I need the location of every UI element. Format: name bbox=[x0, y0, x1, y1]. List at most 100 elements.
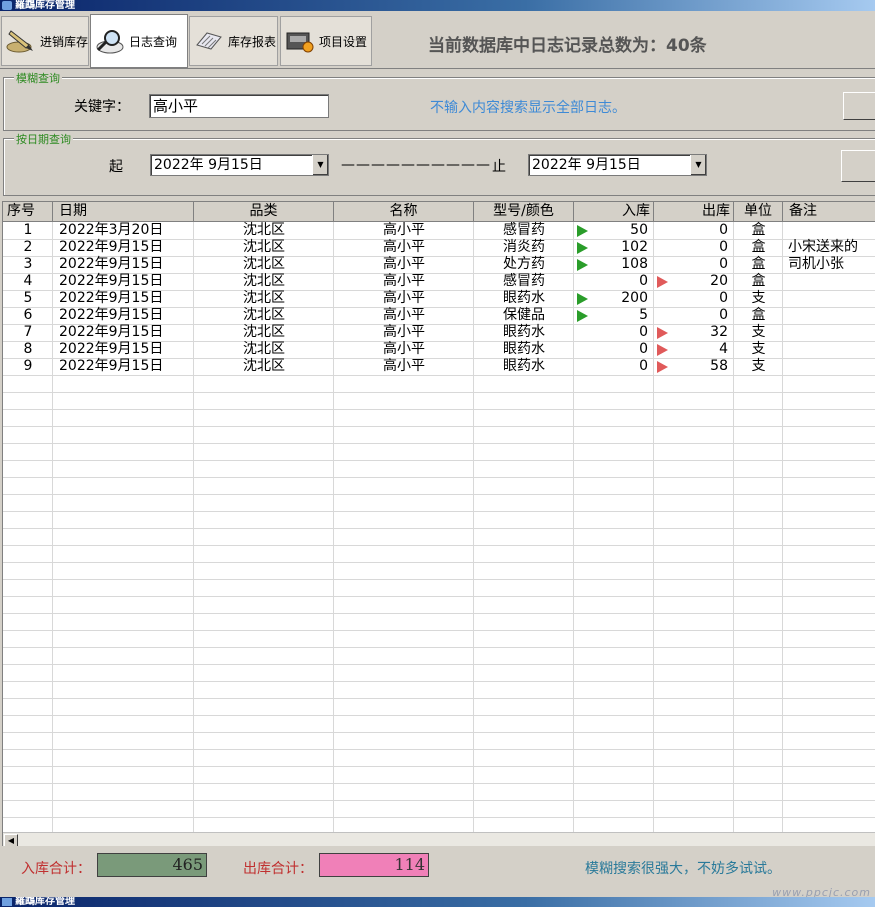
table-row[interactable] bbox=[3, 477, 875, 495]
cell-unit: 支 bbox=[751, 341, 766, 357]
horizontal-scrollbar[interactable]: ◀ bbox=[3, 832, 875, 846]
table-row[interactable] bbox=[3, 545, 875, 563]
tab-settings[interactable]: 项目设置 bbox=[280, 16, 372, 66]
tab-inventory-label: 进销库存 bbox=[40, 34, 89, 49]
column-header-out[interactable]: 出库 bbox=[654, 202, 734, 221]
cell-unit: 支 bbox=[751, 358, 766, 374]
tab-report-label: 库存报表 bbox=[228, 34, 277, 49]
table-row[interactable] bbox=[3, 630, 875, 648]
column-header-note[interactable]: 备注 bbox=[783, 202, 875, 221]
date-search-button[interactable] bbox=[841, 150, 875, 182]
start-date-label: 起 bbox=[109, 159, 123, 175]
cell-category: 沈北区 bbox=[243, 341, 285, 357]
tab-inventory[interactable]: 进销库存 bbox=[1, 16, 89, 66]
cell-name: 高小平 bbox=[383, 222, 425, 238]
table-row[interactable] bbox=[3, 443, 875, 461]
column-header-in[interactable]: 入库 bbox=[574, 202, 654, 221]
cell-no: 5 bbox=[23, 290, 33, 306]
tab-report[interactable]: 库存报表 bbox=[189, 16, 278, 66]
table-row[interactable]: 1 2022年3月20日 沈北区 高小平 感冒药 50 0 盒 bbox=[3, 222, 875, 240]
column-header-no[interactable]: 序号 bbox=[3, 202, 53, 221]
table-row[interactable] bbox=[3, 511, 875, 529]
table-row[interactable] bbox=[3, 766, 875, 784]
table-row[interactable]: 8 2022年9月15日 沈北区 高小平 眼药水 0 4 支 bbox=[3, 341, 875, 359]
date-query-legend: 按日期查询 bbox=[14, 131, 73, 147]
cell-category: 沈北区 bbox=[243, 273, 285, 289]
table-row[interactable] bbox=[3, 749, 875, 767]
table-row[interactable]: 3 2022年9月15日 沈北区 高小平 处方药 108 0 盒 司机小张 bbox=[3, 256, 875, 274]
column-header-model[interactable]: 型号/颜色 bbox=[474, 202, 574, 221]
cell-model: 眼药水 bbox=[503, 341, 545, 357]
cell-category: 沈北区 bbox=[243, 307, 285, 323]
table-row[interactable] bbox=[3, 681, 875, 699]
end-date-value: 2022年 9月15日 bbox=[532, 157, 641, 173]
cell-out: 0 bbox=[719, 239, 728, 255]
taskbar-window-title[interactable]: 羅鵡库存管理 bbox=[0, 897, 875, 907]
cell-in: 0 bbox=[639, 273, 648, 289]
cell-name: 高小平 bbox=[383, 307, 425, 323]
cell-note bbox=[783, 307, 875, 324]
table-row[interactable]: 6 2022年9月15日 沈北区 高小平 保健品 5 0 盒 bbox=[3, 307, 875, 325]
table-row[interactable] bbox=[3, 698, 875, 716]
chevron-down-icon[interactable]: ▼ bbox=[690, 155, 706, 175]
cell-in: 0 bbox=[639, 341, 648, 357]
cell-in: 0 bbox=[639, 324, 648, 340]
cell-unit: 盒 bbox=[751, 256, 766, 272]
cell-note bbox=[783, 341, 875, 358]
column-header-name[interactable]: 名称 bbox=[334, 202, 474, 221]
table-row[interactable] bbox=[3, 579, 875, 597]
fuzzy-search-button[interactable] bbox=[843, 92, 875, 120]
table-row[interactable] bbox=[3, 664, 875, 682]
tab-log-query[interactable]: 日志查询 bbox=[90, 14, 188, 68]
table-row[interactable] bbox=[3, 460, 875, 478]
table-row[interactable]: 7 2022年9月15日 沈北区 高小平 眼药水 0 32 支 bbox=[3, 324, 875, 342]
in-total-label: 入库合计： bbox=[21, 861, 91, 877]
table-row[interactable] bbox=[3, 528, 875, 546]
app-icon bbox=[2, 1, 12, 10]
cell-no: 6 bbox=[23, 307, 33, 323]
taskbar-title: 羅鵡库存管理 bbox=[15, 897, 75, 907]
table-row[interactable] bbox=[3, 596, 875, 614]
cell-category: 沈北区 bbox=[243, 358, 285, 374]
table-row[interactable] bbox=[3, 392, 875, 410]
table-row[interactable]: 4 2022年9月15日 沈北区 高小平 感冒药 0 20 盒 bbox=[3, 273, 875, 291]
table-row[interactable] bbox=[3, 613, 875, 631]
chevron-down-icon[interactable]: ▼ bbox=[312, 155, 328, 175]
cell-name: 高小平 bbox=[383, 256, 425, 272]
column-header-date[interactable]: 日期 bbox=[53, 202, 194, 221]
table-row[interactable] bbox=[3, 732, 875, 750]
table-row[interactable] bbox=[3, 562, 875, 580]
table-row[interactable]: 2 2022年9月15日 沈北区 高小平 消炎药 102 0 盒 小宋送来的 bbox=[3, 239, 875, 257]
table-row[interactable] bbox=[3, 494, 875, 512]
column-header-unit[interactable]: 单位 bbox=[734, 202, 783, 221]
log-table[interactable]: 序号 日期 品类 名称 型号/颜色 入库 出库 单位 备注 1 2022年3月20… bbox=[2, 201, 875, 847]
cell-out: 4 bbox=[719, 341, 728, 357]
cell-out: 0 bbox=[719, 256, 728, 272]
cell-name: 高小平 bbox=[383, 358, 425, 374]
table-row[interactable] bbox=[3, 800, 875, 818]
cell-model: 眼药水 bbox=[503, 324, 545, 340]
keyword-input[interactable]: 高小平 bbox=[149, 94, 329, 118]
table-row[interactable] bbox=[3, 783, 875, 801]
cell-no: 8 bbox=[23, 341, 33, 357]
start-date-picker[interactable]: 2022年 9月15日 ▼ bbox=[150, 154, 329, 176]
fuzzy-query-legend: 模糊查询 bbox=[14, 70, 62, 86]
cell-date: 2022年9月15日 bbox=[59, 256, 164, 272]
table-row[interactable] bbox=[3, 375, 875, 393]
cell-no: 7 bbox=[23, 324, 33, 340]
end-date-picker[interactable]: 2022年 9月15日 ▼ bbox=[528, 154, 707, 176]
table-row[interactable] bbox=[3, 715, 875, 733]
cell-model: 消炎药 bbox=[503, 239, 545, 255]
table-row[interactable]: 9 2022年9月15日 沈北区 高小平 眼药水 0 58 支 bbox=[3, 358, 875, 376]
settings-gear-icon bbox=[284, 27, 316, 55]
table-row[interactable]: 5 2022年9月15日 沈北区 高小平 眼药水 200 0 支 bbox=[3, 290, 875, 308]
table-row[interactable] bbox=[3, 409, 875, 427]
grid-column-divider bbox=[573, 222, 574, 833]
cell-category: 沈北区 bbox=[243, 290, 285, 306]
cell-note bbox=[783, 290, 875, 307]
cell-category: 沈北区 bbox=[243, 222, 285, 238]
column-header-category[interactable]: 品类 bbox=[194, 202, 334, 221]
table-row[interactable] bbox=[3, 647, 875, 665]
cell-unit: 支 bbox=[751, 324, 766, 340]
table-row[interactable] bbox=[3, 426, 875, 444]
